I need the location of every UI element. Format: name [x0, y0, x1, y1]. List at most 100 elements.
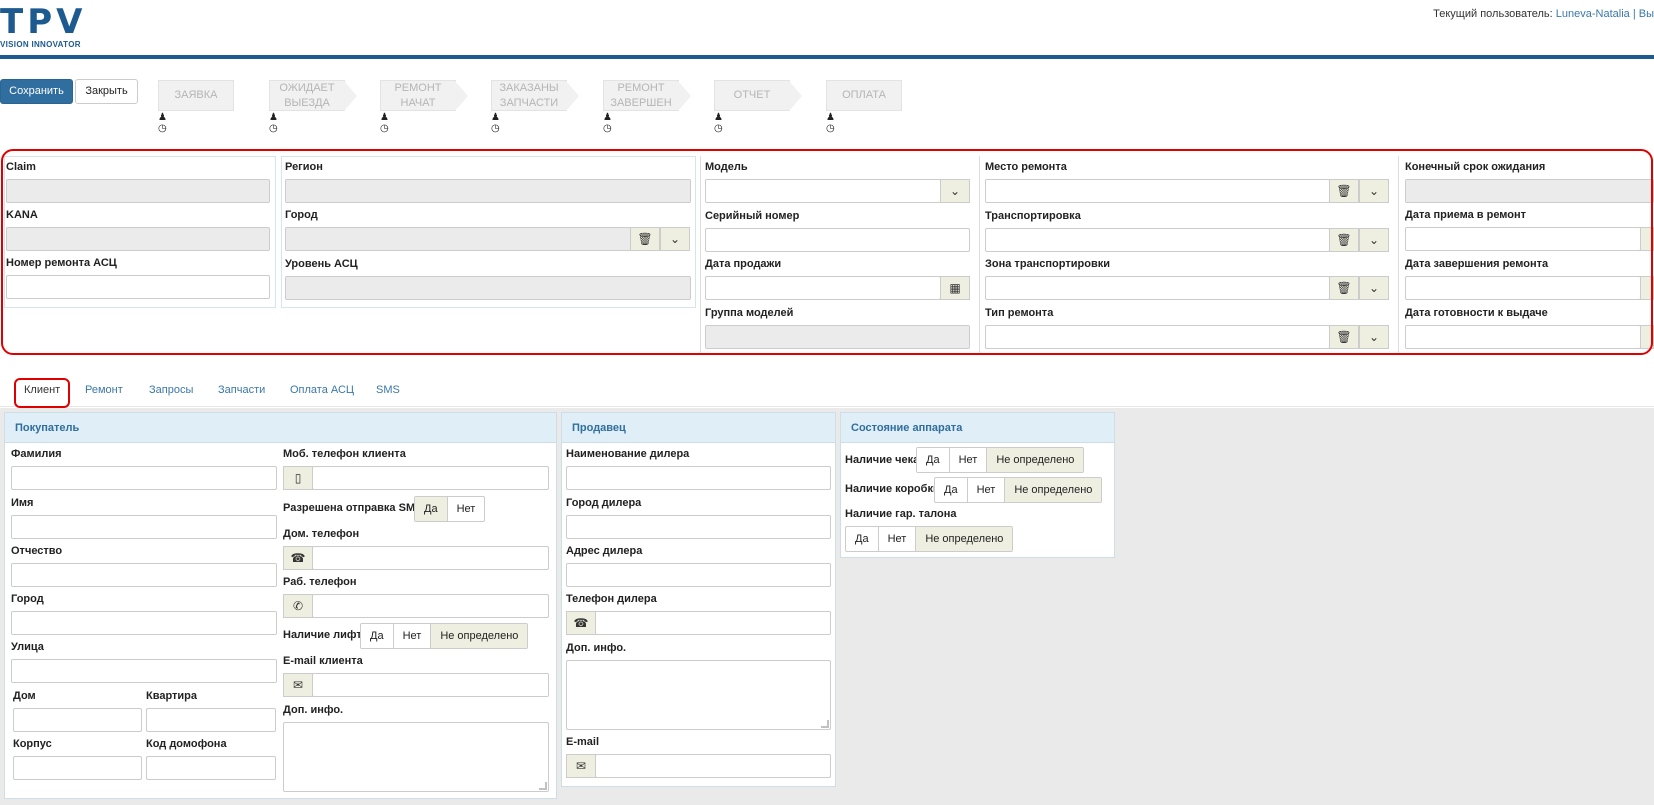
highlight-box-tab — [14, 378, 70, 408]
stage-parts-ordered[interactable]: ЗАКАЗАНЫ ЗАПЧАСТИ — [491, 80, 579, 111]
phone-icon: ☎ — [566, 611, 596, 635]
dealer-city-input[interactable] — [566, 515, 831, 539]
stage-repair-started[interactable]: РЕМОНТ НАЧАТ — [380, 80, 468, 111]
warranty-label: Наличие гар. талона — [845, 508, 957, 520]
tpv-logo: TPV VISION INNOVATOR — [0, 2, 86, 49]
stage-icons: ♟ ◷ — [380, 112, 389, 134]
stage-icons: ♟ ◷ — [826, 112, 835, 134]
last-name-input[interactable] — [11, 466, 277, 490]
stage-report[interactable]: ОТЧЕТ — [714, 80, 802, 111]
sms-yes-option[interactable]: Да — [415, 497, 448, 521]
receipt-yes-option[interactable]: Да — [917, 448, 950, 472]
intercom-label: Код домофона — [146, 738, 227, 750]
first-name-input[interactable] — [11, 515, 277, 539]
device-state-card-title: Состояние аппарата — [841, 413, 1114, 443]
building-label: Корпус — [13, 738, 52, 750]
stage-icons: ♟ ◷ — [603, 112, 612, 134]
street-label: Улица — [11, 641, 44, 653]
stage-repair-finished[interactable]: РЕМОНТ ЗАВЕРШЕН — [603, 80, 691, 111]
flat-input[interactable] — [146, 708, 276, 732]
receipt-undefined-option[interactable]: Не определено — [987, 448, 1084, 472]
lift-yes-option[interactable]: Да — [361, 624, 394, 648]
box-yes-option[interactable]: Да — [935, 478, 968, 502]
resize-handle[interactable] — [539, 782, 547, 790]
user-icon: ♟ — [714, 112, 723, 123]
tab-sms[interactable]: SMS — [376, 384, 400, 396]
receipt-toggle[interactable]: Да Нет Не определено — [916, 447, 1085, 473]
middle-name-input[interactable] — [11, 563, 277, 587]
tab-requests[interactable]: Запросы — [149, 384, 193, 396]
lift-undefined-option[interactable]: Не определено — [431, 624, 528, 648]
clock-icon: ◷ — [714, 123, 723, 134]
receipt-no-option[interactable]: Нет — [950, 448, 988, 472]
dealer-phone-input[interactable] — [595, 611, 831, 635]
stage-label: ОПЛАТА — [842, 89, 886, 101]
dealer-phone-label: Телефон дилера — [566, 593, 657, 605]
user-icon: ♟ — [380, 112, 389, 123]
sms-allowed-toggle[interactable]: Да Нет — [414, 496, 486, 522]
warranty-no-option[interactable]: Нет — [879, 527, 917, 551]
buyer-extra-textarea[interactable] — [283, 722, 549, 792]
client-email-input[interactable] — [312, 673, 549, 697]
building-input[interactable] — [13, 756, 142, 780]
receipt-label: Наличие чека — [845, 454, 920, 466]
warranty-undefined-option[interactable]: Не определено — [916, 527, 1013, 551]
stage-request-icons: ♟ ◷ — [158, 112, 167, 134]
user-separator: | — [1632, 8, 1636, 20]
tab-repair[interactable]: Ремонт — [85, 384, 123, 396]
user-icon: ♟ — [158, 112, 167, 123]
sms-no-option[interactable]: Нет — [448, 497, 485, 521]
logo-subtitle: VISION INNOVATOR — [0, 40, 81, 49]
dealer-city-label: Город дилера — [566, 497, 642, 509]
dealer-name-input[interactable] — [566, 466, 831, 490]
home-phone-input[interactable] — [312, 546, 549, 570]
tab-asc-payment[interactable]: Оплата АСЦ — [290, 384, 354, 396]
lift-no-option[interactable]: Нет — [394, 624, 432, 648]
buyer-city-label: Город — [11, 593, 44, 605]
stage-icons: ♟ ◷ — [714, 112, 723, 134]
clock-icon: ◷ — [158, 123, 167, 134]
stage-awaiting-visit[interactable]: ОЖИДАЕТ ВЫЕЗДА — [269, 80, 357, 111]
current-user-label: Текущий пользователь: — [1433, 8, 1553, 20]
intercom-input[interactable] — [146, 756, 276, 780]
box-no-option[interactable]: Нет — [968, 478, 1006, 502]
seller-extra-label: Доп. инфо. — [566, 642, 627, 654]
dealer-address-input[interactable] — [566, 563, 831, 587]
resize-handle[interactable] — [821, 720, 829, 728]
dealer-name-label: Наименование дилера — [566, 448, 690, 460]
save-button[interactable]: Сохранить — [0, 79, 73, 104]
box-label: Наличие коробки — [845, 483, 940, 495]
box-undefined-option[interactable]: Не определено — [1005, 478, 1102, 502]
work-phone-label: Раб. телефон — [283, 576, 357, 588]
stage-label: ОЖИДАЕТ ВЫЕЗДА — [279, 81, 335, 109]
mobile-input[interactable] — [312, 466, 549, 490]
seller-card-title: Продавец — [562, 413, 835, 443]
tab-parts[interactable]: Запчасти — [218, 384, 265, 396]
street-input[interactable] — [11, 659, 277, 683]
envelope-icon: ✉ — [283, 673, 313, 697]
stage-request[interactable]: ЗАЯВКА — [158, 80, 234, 111]
warranty-toggle[interactable]: Да Нет Не определено — [845, 526, 1014, 552]
clock-icon: ◷ — [603, 123, 612, 134]
buyer-city-input[interactable] — [11, 611, 277, 635]
current-user-link[interactable]: Luneva-Natalia — [1556, 8, 1630, 20]
close-button[interactable]: Закрыть — [75, 79, 138, 104]
work-phone-input[interactable] — [312, 594, 549, 618]
lift-toggle[interactable]: Да Нет Не определено — [360, 623, 529, 649]
seller-email-label: E-mail — [566, 736, 600, 748]
mobile-label: Моб. телефон клиента — [283, 448, 406, 460]
seller-extra-textarea[interactable] — [566, 660, 831, 730]
lift-label: Наличие лифта — [283, 629, 368, 641]
house-input[interactable] — [13, 708, 142, 732]
seller-email-input[interactable] — [595, 754, 831, 778]
stage-label: РЕМОНТ НАЧАТ — [394, 81, 442, 109]
stage-payment[interactable]: ОПЛАТА — [826, 80, 902, 111]
home-phone-icon: ☎ — [283, 546, 313, 570]
user-icon: ♟ — [269, 112, 278, 123]
house-label: Дом — [13, 690, 36, 702]
dealer-address-label: Адрес дилера — [566, 545, 643, 557]
warranty-yes-option[interactable]: Да — [846, 527, 879, 551]
logout-link[interactable]: Вы — [1639, 8, 1654, 20]
box-toggle[interactable]: Да Нет Не определено — [934, 477, 1103, 503]
stage-label: ЗАКАЗАНЫ ЗАПЧАСТИ — [499, 81, 559, 109]
